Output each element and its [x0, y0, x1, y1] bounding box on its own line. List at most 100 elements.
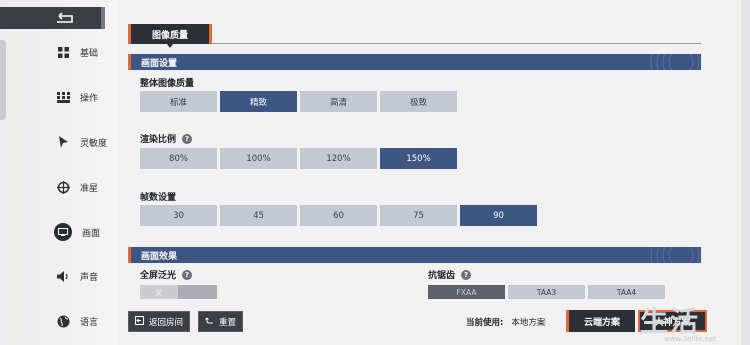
sidebar-item-label: 语言: [80, 317, 99, 328]
settings-screen: 基础 操作 灵敏度 准星 画面 声音 语言 图像质量 画面设置 整体图像质量 标…: [0, 0, 750, 345]
render-scale-label: 渲染比例 ?: [140, 132, 193, 145]
quality-option-standard[interactable]: 标准: [140, 91, 217, 112]
return-room-label: 返回房间: [149, 317, 184, 328]
sidebar-item-display[interactable]: 画面: [54, 219, 118, 245]
antialias-label-text: 抗锯齿: [428, 271, 456, 281]
back-button-stripe: [101, 7, 105, 29]
reset-icon: [205, 316, 214, 328]
right-scrollbar[interactable]: [741, 0, 750, 345]
antialias-option-taa3[interactable]: TAA3: [508, 285, 585, 299]
antialias-option-taa4[interactable]: TAA4: [588, 285, 665, 299]
antialias-label: 抗锯齿 ?: [428, 268, 472, 281]
return-room-button[interactable]: 返回房间: [128, 311, 191, 332]
tab-divider: [212, 43, 701, 44]
crosshair-icon: [56, 180, 70, 194]
keyboard-icon: [56, 90, 70, 104]
section-deco-icon: [650, 54, 700, 70]
back-arrow-icon: [55, 9, 75, 28]
watermark-url: www.3elife.net: [664, 335, 716, 343]
sidebar-item-label: 基础: [80, 48, 99, 59]
render-scale-label-text: 渲染比例: [140, 135, 177, 145]
bloom-label: 全屏泛光 ?: [140, 268, 193, 281]
quality-label: 整体图像质量: [140, 76, 194, 89]
option-label: 100%: [246, 153, 271, 164]
sidebar-item-crosshair[interactable]: 准星: [56, 174, 118, 200]
bloom-label-text: 全屏泛光: [140, 271, 177, 281]
tab-label: 图像质量: [151, 30, 188, 41]
speaker-icon: [56, 269, 70, 283]
option-label: 90: [493, 210, 504, 221]
fps-option-60[interactable]: 60: [300, 205, 377, 226]
option-label: TAA3: [536, 287, 557, 297]
fps-option-90[interactable]: 90: [460, 205, 537, 226]
option-label: 75: [413, 210, 424, 221]
cloud-plan-label: 云端方案: [583, 317, 620, 328]
globe-icon: [56, 314, 70, 328]
help-icon[interactable]: ?: [182, 269, 193, 280]
sidebar-item-sound[interactable]: 声音: [56, 263, 118, 289]
help-icon[interactable]: ?: [182, 133, 193, 144]
quality-option-refined[interactable]: 精致: [220, 91, 297, 112]
option-label: 120%: [326, 153, 351, 164]
back-button[interactable]: [0, 7, 105, 29]
sidebar-item-language[interactable]: 语言: [56, 308, 118, 334]
fps-label: 帧数设置: [140, 190, 176, 203]
option-label: 精致: [249, 97, 267, 108]
tab-image-quality[interactable]: 图像质量: [128, 24, 212, 44]
bloom-toggle[interactable]: 关: [140, 285, 217, 299]
option-label: 30: [173, 210, 184, 221]
sidebar-scroll-handle[interactable]: [0, 40, 6, 120]
option-label: TAA4: [616, 287, 637, 297]
reset-button[interactable]: 重置: [198, 311, 244, 332]
sidebar-item-label: 画面: [82, 228, 101, 239]
cursor-icon: [56, 135, 70, 149]
return-room-icon: [135, 315, 144, 328]
grid-icon: [56, 45, 70, 59]
current-plan-value: 本地方案: [511, 318, 546, 328]
reset-label: 重置: [219, 317, 237, 328]
fps-option-30[interactable]: 30: [140, 205, 217, 226]
quality-option-hd[interactable]: 高清: [300, 91, 377, 112]
cloud-plan-button[interactable]: 云端方案: [566, 310, 635, 332]
fps-option-75[interactable]: 75: [380, 205, 457, 226]
option-label: 80%: [169, 153, 188, 164]
fps-label-text: 帧数设置: [140, 193, 177, 203]
sidebar-item-basic[interactable]: 基础: [56, 39, 118, 65]
option-label: 60: [333, 210, 344, 221]
quality-label-text: 整体图像质量: [140, 79, 195, 89]
option-label: 极致: [409, 97, 427, 108]
bloom-toggle-knob: [178, 285, 217, 299]
sidebar-item-label: 操作: [80, 93, 99, 104]
option-label: 高清: [329, 97, 347, 108]
option-label: 150%: [406, 153, 431, 164]
sidebar-item-label: 灵敏度: [80, 138, 108, 149]
option-label: FXAA: [456, 287, 477, 297]
quality-option-extreme[interactable]: 极致: [380, 91, 457, 112]
render-scale-option-80[interactable]: 80%: [140, 148, 217, 169]
current-plan-label: 当前使用:: [466, 318, 504, 328]
render-scale-option-150[interactable]: 150%: [380, 148, 457, 169]
fps-option-45[interactable]: 45: [220, 205, 297, 226]
tab-caret-icon: [167, 44, 173, 48]
watermark-text: 生活: [640, 305, 701, 338]
antialias-option-fxaa[interactable]: FXAA: [428, 285, 505, 299]
sidebar-item-controls[interactable]: 操作: [56, 84, 118, 110]
section-header-effects: 画面效果: [128, 247, 701, 263]
option-label: 45: [253, 210, 264, 221]
settings-panel: 图像质量 画面设置 整体图像质量 标准 精致 高清 极致 渲染比例 ? 80% …: [128, 0, 703, 345]
sidebar-item-label: 声音: [80, 272, 99, 283]
sidebar-item-sensitivity[interactable]: 灵敏度: [56, 129, 118, 155]
section-header-display: 画面设置: [128, 54, 701, 70]
render-scale-option-100[interactable]: 100%: [220, 148, 297, 169]
option-label: 标准: [169, 97, 187, 108]
section-title: 画面设置: [141, 58, 178, 69]
section-title: 画面效果: [141, 251, 178, 262]
help-icon[interactable]: ?: [461, 269, 472, 280]
bloom-toggle-value: 关: [140, 285, 178, 299]
render-scale-option-120[interactable]: 120%: [300, 148, 377, 169]
section-deco-icon: [650, 247, 700, 263]
sidebar-item-label: 准星: [80, 183, 99, 194]
sidebar: 基础 操作 灵敏度 准星 画面 声音 语言: [0, 0, 118, 345]
monitor-icon: [54, 223, 72, 241]
current-plan: 当前使用: 本地方案: [466, 316, 545, 328]
